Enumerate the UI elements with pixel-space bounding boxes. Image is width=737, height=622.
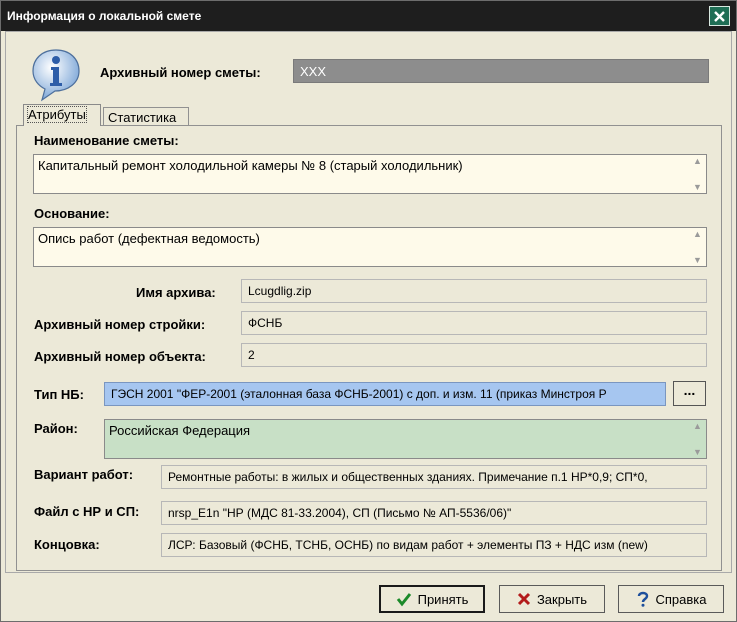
- np-file-label: Файл с НР и СП:: [34, 504, 140, 519]
- help-button-label: Справка: [655, 591, 707, 607]
- region-label: Район:: [34, 421, 78, 436]
- estimate-name-label: Наименование сметы:: [34, 133, 179, 148]
- build-number-field[interactable]: ФСНБ: [241, 311, 707, 335]
- dialog-content: Архивный номер сметы: XXX Атрибуты Стати…: [5, 31, 732, 573]
- work-variant-field[interactable]: Ремонтные работы: в жилых и общественных…: [161, 465, 707, 489]
- region-scrollbar[interactable]: ▲ ▼: [690, 421, 705, 457]
- close-button[interactable]: Закрыть: [499, 585, 605, 613]
- work-variant-label: Вариант работ:: [34, 467, 134, 482]
- nb-type-field[interactable]: ГЭСН 2001 "ФЕР-2001 (эталонная база ФСНБ…: [104, 382, 666, 406]
- help-button[interactable]: Справка: [618, 585, 724, 613]
- basis-text: Опись работ (дефектная ведомость): [38, 231, 260, 246]
- nb-type-browse-button[interactable]: ...: [673, 381, 706, 406]
- tab-statistics-label: Статистика: [108, 110, 177, 125]
- title-bar: Информация о локальной смете: [1, 1, 736, 31]
- attributes-panel: Наименование сметы: Капитальный ремонт х…: [16, 125, 722, 571]
- scroll-down-icon[interactable]: ▼: [693, 447, 702, 457]
- build-number-label: Архивный номер стройки:: [34, 317, 206, 332]
- archive-name-field[interactable]: Lcugdlig.zip: [241, 279, 707, 303]
- window-title: Информация о локальной смете: [7, 9, 202, 23]
- archive-name-label: Имя архива:: [136, 285, 216, 300]
- basis-scrollbar[interactable]: ▲ ▼: [690, 229, 705, 265]
- ending-field[interactable]: ЛСР: Базовый (ФСНБ, ТСНБ, ОСНБ) по видам…: [161, 533, 707, 557]
- archive-number-field[interactable]: XXX: [293, 59, 709, 83]
- x-icon: [517, 592, 531, 606]
- nb-type-label: Тип НБ:: [34, 387, 84, 402]
- estimate-name-scrollbar[interactable]: ▲ ▼: [690, 156, 705, 192]
- help-icon: [637, 591, 648, 607]
- tab-attributes[interactable]: Атрибуты: [23, 104, 101, 126]
- object-number-field[interactable]: 2: [241, 343, 707, 367]
- scroll-down-icon[interactable]: ▼: [693, 255, 702, 265]
- ending-label: Концовка:: [34, 537, 100, 552]
- scroll-up-icon[interactable]: ▲: [693, 229, 702, 239]
- tab-statistics[interactable]: Статистика: [103, 107, 189, 127]
- basis-memo[interactable]: Опись работ (дефектная ведомость) ▲ ▼: [33, 227, 707, 267]
- tab-attributes-label: Атрибуты: [27, 106, 87, 123]
- archive-number-label: Архивный номер сметы:: [100, 65, 261, 80]
- object-number-label: Архивный номер объекта:: [34, 349, 206, 364]
- estimate-name-memo[interactable]: Капитальный ремонт холодильной камеры № …: [33, 154, 707, 194]
- scroll-down-icon[interactable]: ▼: [693, 182, 702, 192]
- region-memo[interactable]: Российская Федерация ▲ ▼: [104, 419, 707, 459]
- estimate-name-text: Капитальный ремонт холодильной камеры № …: [38, 158, 463, 173]
- np-file-field[interactable]: nrsp_E1n "НР (МДС 81-33.2004), СП (Письм…: [161, 501, 707, 525]
- check-icon: [396, 593, 411, 607]
- region-text: Российская Федерация: [109, 423, 251, 438]
- scroll-up-icon[interactable]: ▲: [693, 156, 702, 166]
- scroll-up-icon[interactable]: ▲: [693, 421, 702, 431]
- basis-label: Основание:: [34, 206, 110, 221]
- info-icon: [32, 49, 80, 102]
- accept-button[interactable]: Принять: [379, 585, 485, 613]
- close-icon: [714, 10, 725, 22]
- close-window-button[interactable]: [709, 6, 730, 26]
- close-button-label: Закрыть: [536, 591, 588, 607]
- dialog-window: Информация о локальной смете Архивный но…: [0, 0, 737, 622]
- accept-button-label: Принять: [417, 591, 469, 607]
